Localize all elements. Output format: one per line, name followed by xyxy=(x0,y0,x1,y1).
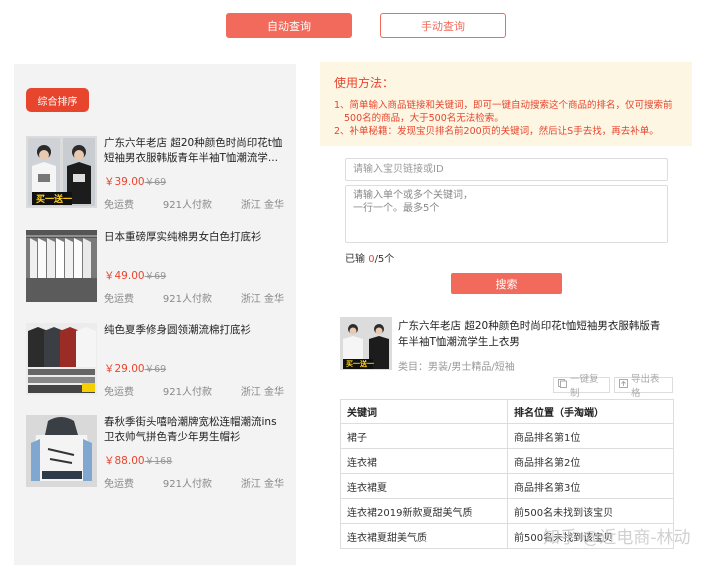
keywords-input[interactable] xyxy=(345,185,668,243)
price: ￥39.00 xyxy=(104,176,145,188)
original-price: ￥168 xyxy=(144,456,173,467)
location: 浙江 金华 xyxy=(240,387,284,398)
export-icon xyxy=(619,379,628,391)
export-table-button[interactable]: 导出表格 xyxy=(614,374,673,399)
list-item[interactable]: 买一送一 广东六年老店 超20种颜色时尚印花t恤短袖男衣服韩版青年半袖T恤潮流学… xyxy=(26,136,288,212)
price: ￥49.00 xyxy=(104,270,145,282)
keyword-cell: 连衣裙2019新款夏甜美气质 xyxy=(340,498,508,524)
table-row: 连衣裙2019新款夏甜美气质 前500名未找到该宝贝 xyxy=(340,498,674,524)
price: ￥29.00 xyxy=(104,363,145,375)
column-header-keyword: 关键词 xyxy=(340,399,508,424)
rank-cell: 前500名未找到该宝贝 xyxy=(507,498,674,524)
list-item[interactable]: 纯色夏季修身圆领潮流棉打底衫 ￥29.00￥69 免运费 921人付款 浙江 金… xyxy=(26,323,288,399)
original-price: ￥69 xyxy=(144,271,167,282)
price-row: ￥39.00￥69 xyxy=(104,174,166,189)
table-row: 连衣裙夏 商品排名第3位 xyxy=(340,473,674,499)
usage-title: 使用方法： xyxy=(334,76,395,90)
manual-query-button[interactable]: 手动查询 xyxy=(380,13,506,38)
price: ￥88.00 xyxy=(104,455,145,467)
copy-label: 一键复制 xyxy=(570,374,599,399)
location: 浙江 金华 xyxy=(240,294,284,305)
promo-badge: 买一送一 xyxy=(36,195,73,205)
product-thumbnail[interactable] xyxy=(26,415,97,487)
product-thumbnail[interactable]: 买一送一 xyxy=(26,136,97,208)
price-row: ￥49.00￥69 xyxy=(104,268,166,283)
product-list-panel: 综合排序 买一送一 广东六年老店 超20种颜色时尚印花t恤短袖男衣服韩版青年半袖… xyxy=(14,64,296,565)
product-title[interactable]: 纯色夏季修身圆领潮流棉打底衫 xyxy=(104,323,284,338)
search-button[interactable]: 搜索 xyxy=(451,273,562,294)
sort-composite-button[interactable]: 综合排序 xyxy=(26,88,89,112)
list-item[interactable]: 春秋季街头嘻哈潮牌宽松连帽潮流ins卫衣帅气拼色青少年男生帽衫 ￥88.00￥1… xyxy=(26,415,288,491)
shipping-label: 免运费 xyxy=(104,200,134,211)
auto-query-button[interactable]: 自动查询 xyxy=(226,13,352,38)
column-header-rank: 排名位置（手淘端） xyxy=(507,399,674,424)
keyword-count: 已输 0/5个 xyxy=(345,250,394,265)
original-price: ￥69 xyxy=(144,177,167,188)
keyword-cell: 连衣裙夏甜美气质 xyxy=(340,523,508,549)
product-title[interactable]: 日本重磅厚实纯棉男女白色打底衫 xyxy=(104,230,284,245)
buyers-count: 921人付款 xyxy=(162,479,212,490)
copy-all-button[interactable]: 一键复制 xyxy=(553,374,610,399)
result-category: 类目：男装/男士精品/短袖 xyxy=(398,362,515,373)
keyword-cell: 裙子 xyxy=(340,423,508,449)
rank-cell: 商品排名第3位 xyxy=(507,473,674,499)
product-thumbnail[interactable] xyxy=(26,230,97,302)
meta-row: 免运费 921人付款 浙江 金华 xyxy=(104,290,284,305)
shipping-label: 免运费 xyxy=(104,479,134,490)
price-row: ￥29.00￥69 xyxy=(104,361,166,376)
usage-line: 500名的商品，大于500名无法检索。 xyxy=(344,113,504,124)
product-thumbnail[interactable] xyxy=(26,323,97,395)
table-row: 裙子 商品排名第1位 xyxy=(340,423,674,449)
result-thumbnail: 买一送一 xyxy=(340,317,392,370)
keyword-cell: 连衣裙夏 xyxy=(340,473,508,499)
buyers-count: 921人付款 xyxy=(162,294,212,305)
table-row: 连衣裙 商品排名第2位 xyxy=(340,448,674,474)
rank-cell: 商品排名第1位 xyxy=(507,423,674,449)
shipping-label: 免运费 xyxy=(104,294,134,305)
buyers-count: 921人付款 xyxy=(162,200,212,211)
meta-row: 免运费 921人付款 浙江 金华 xyxy=(104,196,284,211)
price-row: ￥88.00￥168 xyxy=(104,453,172,468)
buyers-count: 921人付款 xyxy=(162,387,212,398)
table-header-row: 关键词 排名位置（手淘端） xyxy=(340,399,674,424)
product-title[interactable]: 春秋季街头嘻哈潮牌宽松连帽潮流ins卫衣帅气拼色青少年男生帽衫 xyxy=(104,415,284,445)
count-prefix: 已输 xyxy=(345,254,369,265)
usage-line: 1、简单输入商品链接和关键词，即可一键自动搜索这个商品的排名，仅可搜索前 xyxy=(334,100,673,111)
shipping-label: 免运费 xyxy=(104,387,134,398)
product-title[interactable]: 广东六年老店 超20种颜色时尚印花t恤短袖男衣服韩版青年半袖T恤潮流学... xyxy=(104,136,284,166)
location: 浙江 金华 xyxy=(240,200,284,211)
watermark: 知乎 @近电商-林动 xyxy=(543,528,691,548)
copy-icon xyxy=(558,379,567,391)
export-label: 导出表格 xyxy=(631,374,660,399)
list-item[interactable]: 日本重磅厚实纯棉男女白色打底衫 ￥49.00￥69 免运费 921人付款 浙江 … xyxy=(26,230,288,306)
result-title: 广东六年老店 超20种颜色时尚印花t恤短袖男衣服韩版青年半袖T恤潮流学生上衣男 xyxy=(398,320,661,348)
rank-cell: 商品排名第2位 xyxy=(507,448,674,474)
location: 浙江 金华 xyxy=(240,479,284,490)
promo-badge: 买一送一 xyxy=(346,360,374,368)
meta-row: 免运费 921人付款 浙江 金华 xyxy=(104,475,284,490)
meta-row: 免运费 921人付款 浙江 金华 xyxy=(104,383,284,398)
usage-instructions: 使用方法： 1、简单输入商品链接和关键词，即可一键自动搜索这个商品的排名，仅可搜… xyxy=(320,62,692,146)
usage-line: 2、补单秘籍：发现宝贝排名前200页的关键词，然后让S手去找，再去补单。 xyxy=(334,126,659,137)
keyword-cell: 连衣裙 xyxy=(340,448,508,474)
original-price: ￥69 xyxy=(144,364,167,375)
product-link-input[interactable] xyxy=(345,158,668,181)
count-suffix: /5个 xyxy=(374,254,395,265)
